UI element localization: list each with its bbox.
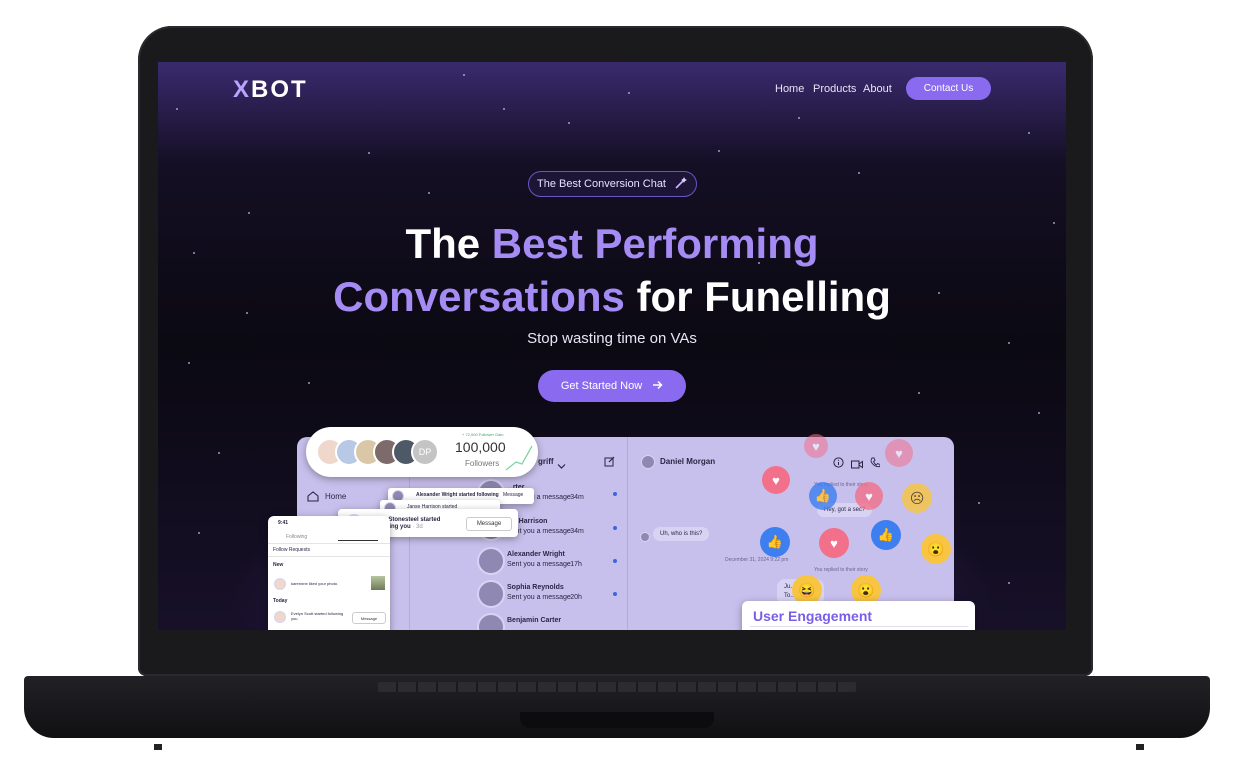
contact-us-button[interactable]: Contact Us: [906, 77, 991, 100]
laptop-keyboard-edge: [378, 682, 856, 692]
follower-gain-label: + 72,000 Follower Gain: [462, 432, 504, 437]
conversation-time: · 17h: [566, 561, 582, 568]
hero-subtitle: Stop wasting time on VAs: [527, 330, 697, 347]
sidebar-home-label[interactable]: Home: [325, 492, 346, 501]
heart-reaction-icon: ♥: [855, 482, 883, 510]
section-header: Today: [273, 598, 288, 604]
conversation-name: Sophia Reynolds: [507, 584, 564, 591]
message-bubble-incoming: Uh, who is this?: [653, 527, 710, 541]
info-icon[interactable]: [833, 455, 844, 473]
user-engagement-card: User Engagement: [742, 601, 975, 630]
notification-text: Evelyn Scott started following you: [291, 611, 344, 621]
arrow-right-icon: [652, 380, 663, 393]
hero-title-line2: Conversations for Funelling: [158, 270, 1066, 323]
hero-title-white: for Funelling: [636, 273, 891, 320]
conversation-time: · 34m: [566, 528, 584, 535]
hero-badge-label: The Best Conversion Chat: [536, 178, 666, 190]
sad-emoji-icon: ☹: [902, 483, 932, 513]
account-name[interactable]: griff: [538, 457, 554, 466]
notification-text: Alexander Wright started following: [416, 492, 499, 498]
chat-contact-name[interactable]: Daniel Morgan: [660, 457, 715, 466]
more-avatars-badge: DP: [411, 438, 439, 466]
conversation-time: · 34m: [566, 494, 584, 501]
followers-card: DP + 72,000 Follower Gain 100,000 Follow…: [306, 427, 538, 477]
laptop-foot: [154, 744, 162, 750]
phone-time: 9:41: [278, 520, 289, 526]
avatar: [641, 455, 655, 469]
hero-badge: The Best Conversion Chat: [528, 171, 697, 197]
section-header: New: [273, 562, 284, 568]
hero-title-line1: The Best Performing: [158, 217, 1066, 270]
follow-requests-link[interactable]: Follow Requests: [273, 547, 310, 553]
message-timestamp: December 31, 2024 9:22 pm: [725, 557, 789, 563]
video-call-icon[interactable]: [851, 456, 863, 474]
follower-count-label: Followers: [465, 459, 500, 468]
phone-notifications-panel: 9:41 Following Follow Requests New karen…: [268, 516, 390, 630]
trend-line-icon: [505, 445, 533, 471]
message-button[interactable]: Message: [466, 517, 512, 531]
conversation-name: Benjamin Carter: [507, 617, 562, 624]
conversation-preview: Sent you a message: [507, 561, 571, 568]
nav-home-link[interactable]: Home: [775, 83, 804, 95]
engagement-title: User Engagement: [753, 608, 873, 624]
compose-icon[interactable]: [604, 454, 615, 472]
laptop-notch: [520, 712, 714, 728]
conversation-preview: Sent you a message: [507, 594, 571, 601]
heart-reaction-icon: ♥: [762, 466, 790, 494]
photo-thumbnail[interactable]: [371, 576, 385, 590]
chevron-down-icon: [557, 457, 566, 475]
like-reaction-icon: 👍: [760, 527, 790, 557]
notification-text: karennne liked your photo.: [291, 581, 339, 586]
heart-reaction-icon: ♥: [819, 528, 849, 558]
get-started-label: Get Started Now: [560, 380, 643, 392]
laptop-foot: [1136, 744, 1144, 750]
surprised-emoji-icon: 😮: [921, 534, 951, 564]
message-button[interactable]: Message: [352, 612, 386, 624]
get-started-button[interactable]: Get Started Now: [538, 370, 686, 402]
home-icon: [307, 489, 319, 507]
avatar: [274, 611, 286, 623]
nav-products-link[interactable]: Products: [813, 83, 856, 95]
conversation-name: Alexander Wright: [507, 551, 565, 558]
like-reaction-icon: 👍: [871, 520, 901, 550]
follower-count: 100,000: [455, 439, 506, 455]
heart-reaction-icon: ♥: [885, 439, 913, 467]
heart-reaction-icon: ♥: [804, 434, 828, 458]
logo-x: X: [233, 76, 252, 103]
hero-title-accent: Best Performing: [491, 220, 819, 267]
like-reaction-icon: 👍: [809, 482, 837, 510]
reply-note: You replied to their story: [814, 567, 868, 573]
tab-following[interactable]: Following: [286, 534, 307, 540]
nav-about-link[interactable]: About: [863, 83, 892, 95]
laptop-screen: XBot Home Products About Contact Us The …: [158, 62, 1066, 630]
phone-call-icon[interactable]: [870, 455, 881, 473]
hero-title-accent: Conversations: [333, 273, 625, 320]
notification-button: Message: [503, 492, 524, 498]
avatar: [640, 532, 650, 542]
hero-title-white: The: [405, 220, 481, 267]
conversation-time: · 20h: [566, 594, 582, 601]
avatar: [274, 578, 286, 590]
brand-logo[interactable]: XBot: [233, 76, 308, 104]
logo-text: Bot: [251, 76, 308, 103]
magic-wand-icon: [674, 176, 688, 193]
